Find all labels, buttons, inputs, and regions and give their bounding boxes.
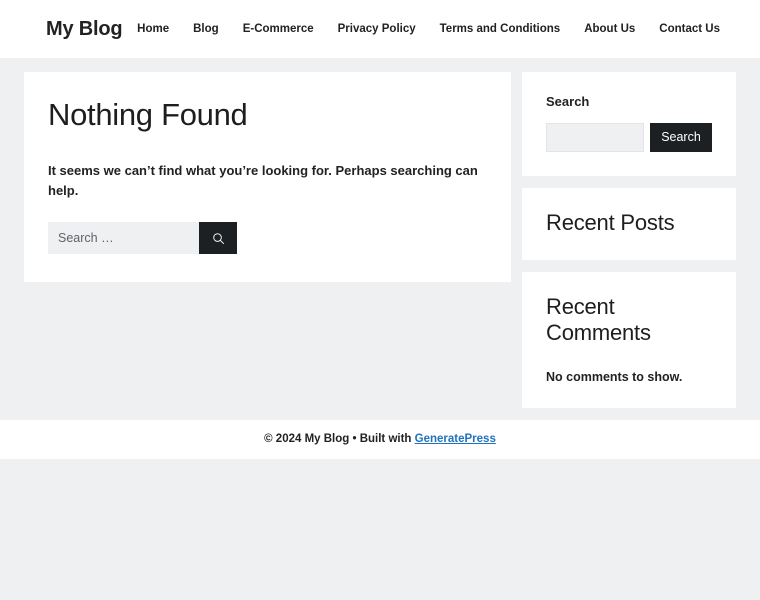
- site-footer: © 2024 My Blog • Built with GeneratePres…: [0, 419, 760, 459]
- recent-comments-empty-text: No comments to show.: [546, 369, 683, 384]
- content-search-form: [48, 222, 237, 255]
- search-input[interactable]: [48, 222, 199, 255]
- site-main: Nothing Found It seems we can’t find wha…: [0, 58, 760, 408]
- nav-item-terms-and-conditions[interactable]: Terms and Conditions: [428, 23, 573, 35]
- not-found-message: It seems we can’t find what you’re looki…: [48, 163, 478, 198]
- site-header: My Blog Home Blog E-Commerce Privacy Pol…: [0, 0, 760, 58]
- sidebar: Search Search Recent Posts Recent Commen…: [522, 72, 736, 408]
- content-area: Nothing Found It seems we can’t find wha…: [24, 72, 511, 283]
- widget-search-title: Search: [546, 94, 590, 109]
- widget-recent-comments: Recent Comments No comments to show.: [522, 271, 736, 408]
- search-submit-button[interactable]: [199, 222, 237, 255]
- sidebar-search-button[interactable]: Search: [650, 122, 712, 152]
- nav-item-e-commerce[interactable]: E-Commerce: [231, 23, 326, 35]
- nav-item-home[interactable]: Home: [125, 23, 181, 35]
- generatepress-link[interactable]: GeneratePress: [415, 433, 496, 445]
- page-title: Nothing Found: [48, 97, 248, 132]
- sidebar-search-input[interactable]: [546, 122, 644, 152]
- footer-copyright: © 2024 My Blog • Built with: [264, 433, 415, 446]
- site-title[interactable]: My Blog: [46, 18, 123, 41]
- widget-recent-comments-title: Recent Comments: [546, 293, 651, 345]
- widget-recent-posts-title: Recent Posts: [546, 209, 675, 235]
- nav-item-about-us[interactable]: About Us: [572, 23, 647, 35]
- widget-search: Search Search: [522, 72, 736, 176]
- nav-item-contact-us[interactable]: Contact Us: [647, 23, 720, 35]
- nav-item-blog[interactable]: Blog: [181, 23, 231, 35]
- sidebar-search-form: Search: [546, 122, 712, 152]
- search-icon: [212, 232, 225, 245]
- footer-credits: © 2024 My Blog • Built with GeneratePres…: [264, 433, 496, 445]
- nav-item-privacy-policy[interactable]: Privacy Policy: [326, 23, 428, 35]
- main-navigation: Home Blog E-Commerce Privacy Policy Term…: [125, 23, 720, 35]
- widget-recent-posts: Recent Posts: [522, 187, 736, 260]
